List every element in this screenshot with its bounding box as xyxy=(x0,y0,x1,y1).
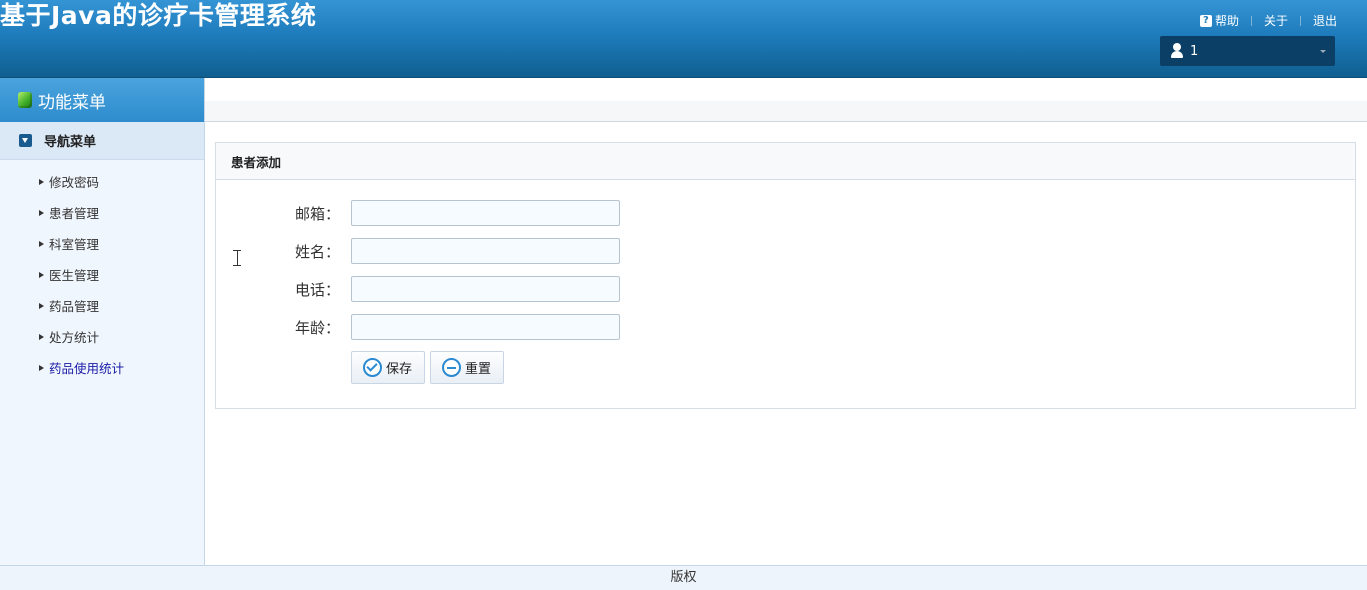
nav-menu-toggle[interactable]: 导航菜单 xyxy=(0,122,204,160)
name-input[interactable] xyxy=(351,238,620,264)
phone-input[interactable] xyxy=(351,276,620,302)
age-row: 年龄： xyxy=(216,313,620,341)
nav-menu-title: 导航菜单 xyxy=(44,135,97,150)
save-button-label: 保存 xyxy=(386,362,413,377)
link-divider xyxy=(1299,15,1301,26)
minus-circle-icon xyxy=(442,358,462,377)
sidebar-item-label: 患者管理 xyxy=(49,206,100,221)
copyright-text: 版权 xyxy=(670,570,697,585)
app-header: 基于Java的诊疗卡管理系统 ? 帮助 关于 退出 1 xyxy=(0,0,1367,78)
tab-strip xyxy=(205,101,1367,122)
help-link[interactable]: ? 帮助 xyxy=(1199,12,1239,29)
top-links: ? 帮助 关于 退出 xyxy=(1199,12,1337,29)
footer: 版权 xyxy=(0,565,1367,590)
email-label: 邮箱： xyxy=(294,204,340,223)
link-divider xyxy=(1250,15,1252,26)
sidebar-item-drug-management[interactable]: 药品管理 xyxy=(0,290,204,321)
sidebar-item-label: 医生管理 xyxy=(49,268,100,283)
help-icon: ? xyxy=(1199,14,1212,27)
caret-right-icon xyxy=(39,364,44,371)
sidebar-item-label: 药品管理 xyxy=(49,299,100,314)
user-icon xyxy=(1170,43,1184,59)
check-circle-icon xyxy=(363,358,382,377)
name-row: 姓名： xyxy=(216,237,620,265)
panel-title: 患者添加 xyxy=(216,143,1355,180)
caret-right-icon xyxy=(39,302,44,309)
sidebar-title: 功能菜单 xyxy=(38,92,106,113)
sidebar-item-prescription-stats[interactable]: 处方统计 xyxy=(0,321,204,352)
chevron-down-icon xyxy=(1320,50,1326,53)
about-link[interactable]: 关于 xyxy=(1264,12,1288,29)
sidebar-header: 功能菜单 xyxy=(0,78,204,122)
caret-right-icon xyxy=(39,209,44,216)
sidebar-item-patient-management[interactable]: 患者管理 xyxy=(0,197,204,228)
user-menu-dropdown[interactable]: 1 xyxy=(1160,36,1335,66)
caret-right-icon xyxy=(39,271,44,278)
sidebar-item-drug-usage-stats[interactable]: 药品使用统计 xyxy=(0,352,204,383)
caret-right-icon xyxy=(39,240,44,247)
collapse-icon xyxy=(19,134,32,147)
help-link-label: 帮助 xyxy=(1214,14,1239,28)
email-row: 邮箱： xyxy=(216,199,620,227)
app-title: 基于Java的诊疗卡管理系统 xyxy=(0,1,317,30)
form-actions: 保存 重置 xyxy=(351,351,509,384)
sidebar-item-label: 药品使用统计 xyxy=(49,361,125,376)
nav-list: 修改密码 患者管理 科室管理 医生管理 药品管理 处方统计 药品使用统计 xyxy=(0,160,204,383)
reset-button[interactable]: 重置 xyxy=(430,351,505,384)
reset-button-label: 重置 xyxy=(465,362,492,377)
caret-right-icon xyxy=(39,333,44,340)
age-label: 年龄： xyxy=(294,318,340,337)
sidebar-item-label: 科室管理 xyxy=(49,237,100,252)
phone-label: 电话： xyxy=(294,280,340,299)
sidebar: 功能菜单 导航菜单 修改密码 患者管理 科室管理 医生管理 药品管理 处方统计 xyxy=(0,78,205,565)
user-name: 1 xyxy=(1190,43,1199,59)
main-content: 患者添加 邮箱： 姓名： 电话： 年龄： 保存 重置 xyxy=(205,78,1367,565)
cube-icon xyxy=(18,92,32,108)
age-input[interactable] xyxy=(351,314,620,340)
logout-link[interactable]: 退出 xyxy=(1313,12,1337,29)
patient-add-panel: 患者添加 邮箱： 姓名： 电话： 年龄： 保存 重置 xyxy=(215,142,1356,409)
sidebar-item-change-password[interactable]: 修改密码 xyxy=(0,166,204,197)
email-input[interactable] xyxy=(351,200,620,226)
sidebar-item-department-management[interactable]: 科室管理 xyxy=(0,228,204,259)
caret-right-icon xyxy=(39,178,44,185)
text-cursor-icon xyxy=(233,250,241,266)
sidebar-item-label: 修改密码 xyxy=(49,175,100,190)
sidebar-item-doctor-management[interactable]: 医生管理 xyxy=(0,259,204,290)
sidebar-item-label: 处方统计 xyxy=(49,330,100,345)
phone-row: 电话： xyxy=(216,275,620,303)
save-button[interactable]: 保存 xyxy=(351,351,426,384)
